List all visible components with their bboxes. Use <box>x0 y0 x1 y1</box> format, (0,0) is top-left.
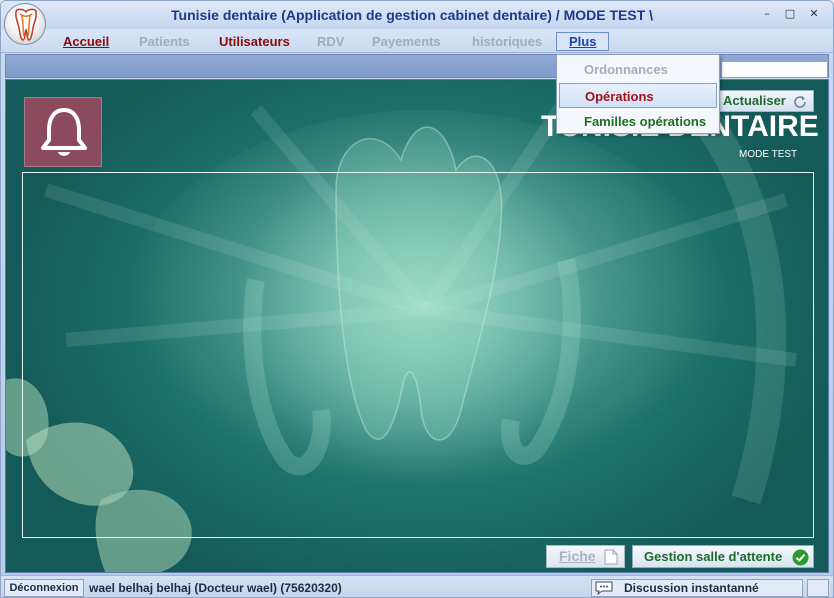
tooth-logo-icon <box>4 3 46 45</box>
chat-bubble-icon <box>595 581 613 595</box>
refresh-icon <box>794 96 806 108</box>
refresh-label: Actualiser <box>723 93 786 108</box>
refresh-button[interactable]: Actualiser <box>716 90 814 112</box>
instant-chat-button[interactable]: Discussion instantanné <box>591 579 803 597</box>
dropdown-item-familles-operations[interactable]: Familles opérations <box>559 109 717 134</box>
menu-rdv[interactable]: RDV <box>317 34 344 49</box>
main-panel: TUNISIE DENTAIRE MODE TEST Actualiser Fi… <box>5 79 829 573</box>
brand-subtitle: MODE TEST <box>739 149 798 160</box>
logout-button[interactable]: Déconnexion <box>4 579 84 597</box>
document-icon <box>604 549 618 565</box>
menu-historiques[interactable]: historiques <box>472 34 542 49</box>
status-resize-grip[interactable] <box>807 579 829 597</box>
minimize-button[interactable]: – <box>760 7 774 20</box>
menu-patients[interactable]: Patients <box>139 34 190 49</box>
content-frame <box>22 172 814 538</box>
app-window: Tunisie dentaire (Application de gestion… <box>0 0 834 598</box>
dropdown-item-ordonnances[interactable]: Ordonnances <box>559 57 717 82</box>
menu-accueil[interactable]: Accueil <box>63 34 109 49</box>
title-bar: Tunisie dentaire (Application de gestion… <box>1 1 833 29</box>
check-circle-icon <box>792 549 809 566</box>
menu-plus[interactable]: Plus <box>556 32 610 51</box>
window-title: Tunisie dentaire (Application de gestion… <box>171 7 654 23</box>
fiche-button[interactable]: Fiche <box>546 545 625 568</box>
notification-bell-button[interactable] <box>24 97 102 167</box>
instant-chat-label: Discussion instantanné <box>624 581 759 595</box>
menu-payements[interactable]: Payements <box>372 34 441 49</box>
fiche-label: Fiche <box>559 548 596 564</box>
search-input[interactable] <box>721 61 828 78</box>
maximize-button[interactable]: □ <box>783 7 797 20</box>
plus-dropdown-menu: Ordonnances Opérations Familles opératio… <box>556 54 720 134</box>
menu-utilisateurs[interactable]: Utilisateurs <box>219 34 290 49</box>
dropdown-item-operations[interactable]: Opérations <box>559 83 717 108</box>
close-button[interactable]: ✕ <box>807 7 821 20</box>
bell-icon <box>41 108 87 156</box>
status-bar: Déconnexion wael belhaj belhaj (Docteur … <box>1 575 833 597</box>
current-user-info: wael belhaj belhaj (Docteur wael) (75620… <box>89 581 342 595</box>
waiting-room-button[interactable]: Gestion salle d'attente <box>632 545 814 568</box>
waiting-room-label: Gestion salle d'attente <box>644 549 783 564</box>
menu-bar: Accueil Patients Utilisateurs RDV Payeme… <box>1 29 833 53</box>
